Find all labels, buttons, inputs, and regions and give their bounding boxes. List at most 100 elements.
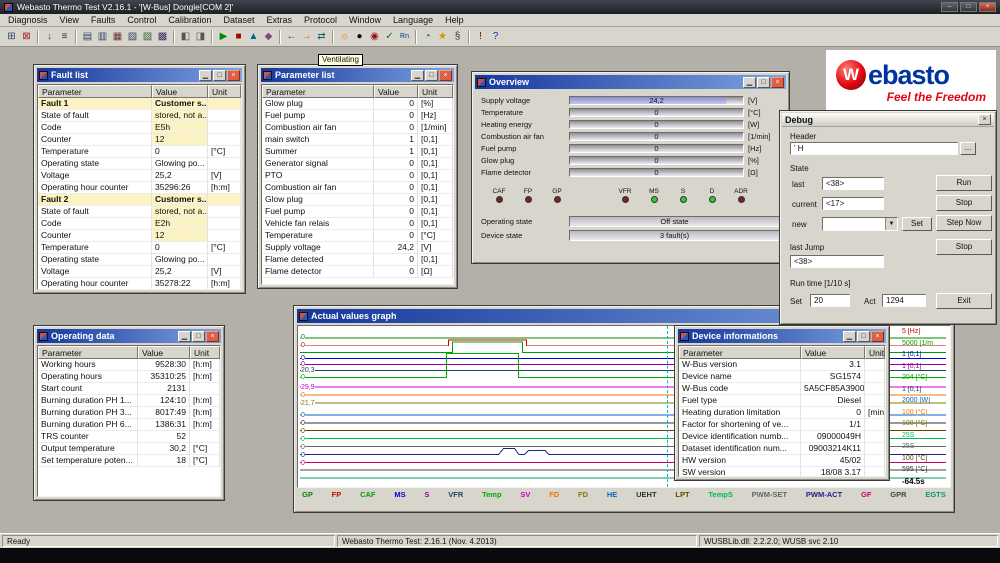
table-row[interactable]: HW version45/02: [679, 455, 885, 467]
table-row[interactable]: Operating stateGlowing po...: [38, 158, 241, 170]
next-icon[interactable]: →: [299, 29, 314, 44]
close-button[interactable]: ×: [227, 70, 240, 81]
run-icon[interactable]: Rn: [397, 29, 412, 44]
stop-heating-icon[interactable]: ■: [231, 29, 246, 44]
parameter-list-titlebar[interactable]: Parameter list ▁ □ ×: [261, 68, 454, 82]
column-header-unit[interactable]: Unit: [865, 346, 885, 359]
menu-item-dataset[interactable]: Dataset: [217, 14, 260, 27]
maximize-button[interactable]: □: [425, 70, 438, 81]
table-row[interactable]: Temperature0[°C]: [38, 242, 241, 254]
overview-window[interactable]: Overview ▁ □ × Supply voltage24,2[V]Temp…: [471, 71, 790, 264]
maximize-button[interactable]: □: [213, 70, 226, 81]
table-row[interactable]: CodeE2h: [38, 218, 241, 230]
table-row[interactable]: Voltage25,2[V]: [38, 170, 241, 182]
table-row[interactable]: Glow plug0[%]: [262, 98, 453, 110]
table-row[interactable]: W-Bus version3.1: [679, 359, 885, 371]
table-row[interactable]: Fault 1Customer s...: [38, 98, 241, 110]
overview-titlebar[interactable]: Overview ▁ □ ×: [475, 75, 786, 89]
close-button[interactable]: ×: [978, 114, 991, 125]
table-row[interactable]: State of faultstored, not a...: [38, 110, 241, 122]
time-cursor[interactable]: [667, 326, 668, 487]
table-row[interactable]: Summer1[0,1]: [262, 146, 453, 158]
fault-list-titlebar[interactable]: Fault list ▁ □ ×: [37, 68, 242, 82]
table-row[interactable]: Vehicle fan relais0[0,1]: [262, 218, 453, 230]
diagnosis-stop-icon[interactable]: ⊠: [19, 29, 34, 44]
debug-window[interactable]: Debug × Header ' H ... State last <38> R…: [779, 110, 997, 325]
debug-titlebar[interactable]: Debug ×: [782, 113, 994, 127]
column-header-parameter[interactable]: Parameter: [38, 85, 152, 98]
operating-data-window-icon[interactable]: ◧: [178, 29, 193, 44]
parameter-list-window-icon[interactable]: ▧: [125, 29, 140, 44]
table-row[interactable]: Operating stateGlowing po...: [38, 254, 241, 266]
table-row[interactable]: State of faultstored, not a...: [38, 206, 241, 218]
step-now-button[interactable]: Step Now: [936, 215, 992, 231]
column-header-value[interactable]: Value: [138, 346, 190, 359]
table-row[interactable]: Device nameSG1574: [679, 371, 885, 383]
close-button[interactable]: ×: [979, 2, 996, 12]
app-titlebar[interactable]: Webasto Thermo Test V2.16.1 - '[W-Bus] D…: [0, 0, 1000, 14]
table-row[interactable]: Fuel pump0[0,1]: [262, 206, 453, 218]
table-row[interactable]: Voltage25,2[V]: [38, 266, 241, 278]
clock-icon[interactable]: ◔: [420, 29, 435, 44]
close-button[interactable]: ×: [771, 77, 784, 88]
start-heating-icon[interactable]: ▶: [216, 29, 231, 44]
menu-item-calibration[interactable]: Calibration: [162, 14, 217, 27]
set-state-button[interactable]: Set: [902, 217, 932, 231]
table-row[interactable]: Burning duration PH 6...1386:31[h:m]: [38, 419, 220, 431]
minimize-button[interactable]: ▁: [411, 70, 424, 81]
table-row[interactable]: Temperature0[°C]: [38, 146, 241, 158]
new-state-select[interactable]: ▼: [822, 217, 898, 231]
table-row[interactable]: SW version18/08 3.17: [679, 467, 885, 477]
minimize-button[interactable]: ▁: [178, 331, 191, 342]
maximize-button[interactable]: □: [757, 77, 770, 88]
settings-icon[interactable]: §: [450, 29, 465, 44]
minimize-button[interactable]: ▁: [199, 70, 212, 81]
browse-button[interactable]: ...: [960, 142, 976, 155]
menu-item-language[interactable]: Language: [387, 14, 439, 27]
table-row[interactable]: Fuel pump0[Hz]: [262, 110, 453, 122]
parameter-list-window[interactable]: Parameter list ▁ □ × ParameterValueUnit …: [257, 64, 458, 289]
menu-item-help[interactable]: Help: [439, 14, 470, 27]
table-row[interactable]: Flame detector0[Ω]: [262, 266, 453, 278]
header-field[interactable]: ' H: [790, 142, 958, 155]
circulation-pump-icon[interactable]: ◉: [367, 29, 382, 44]
heating-icon[interactable]: ●: [352, 29, 367, 44]
spark-icon[interactable]: ★: [435, 29, 450, 44]
table-row[interactable]: Fuel typeDiesel: [679, 395, 885, 407]
operating-data-window[interactable]: Operating data ▁ □ × ParameterValueUnit …: [33, 325, 225, 501]
minimize-button[interactable]: ▁: [743, 77, 756, 88]
menu-item-control[interactable]: Control: [121, 14, 162, 27]
column-header-unit[interactable]: Unit: [418, 85, 453, 98]
stop-button[interactable]: Stop: [936, 195, 992, 211]
menu-item-extras[interactable]: Extras: [260, 14, 298, 27]
close-button[interactable]: ×: [439, 70, 452, 81]
exit-button[interactable]: Exit: [936, 293, 992, 309]
overview-window-icon[interactable]: ▨: [140, 29, 155, 44]
column-header-value[interactable]: Value: [374, 85, 418, 98]
table-row[interactable]: Combustion air fan0[1/min]: [262, 122, 453, 134]
run-time-act-field[interactable]: 1294: [882, 294, 926, 307]
close-button[interactable]: ×: [206, 331, 219, 342]
table-row[interactable]: Counter12: [38, 134, 241, 146]
component-test-icon[interactable]: ▲: [246, 29, 261, 44]
table-row[interactable]: Glow plug0[0,1]: [262, 194, 453, 206]
table-row[interactable]: Working hours9528:30[h:m]: [38, 359, 220, 371]
save-protocol-icon[interactable]: ↓: [42, 29, 57, 44]
device-info-window[interactable]: Device informations ▁ □ × ParameterValue…: [674, 325, 890, 481]
operating-data-titlebar[interactable]: Operating data ▁ □ ×: [37, 329, 221, 343]
maximize-button[interactable]: □: [857, 331, 870, 342]
menu-item-window[interactable]: Window: [343, 14, 387, 27]
maximize-button[interactable]: □: [192, 331, 205, 342]
table-row[interactable]: Dataset identification num...09003214K11: [679, 443, 885, 455]
last-state-field[interactable]: <38>: [822, 177, 884, 190]
window-cascade-icon[interactable]: ▤: [80, 29, 95, 44]
transfer-icon[interactable]: ⇄: [314, 29, 329, 44]
window-tile-icon[interactable]: ▥: [95, 29, 110, 44]
help-icon[interactable]: ?: [488, 29, 503, 44]
column-header-parameter[interactable]: Parameter: [679, 346, 801, 359]
print-icon[interactable]: ≡: [57, 29, 72, 44]
table-row[interactable]: Output temperature30,2[°C]: [38, 443, 220, 455]
close-button[interactable]: ×: [871, 331, 884, 342]
table-row[interactable]: Operating hour counter35278:22[h:m]: [38, 278, 241, 290]
table-row[interactable]: Supply voltage24,2[V]: [262, 242, 453, 254]
